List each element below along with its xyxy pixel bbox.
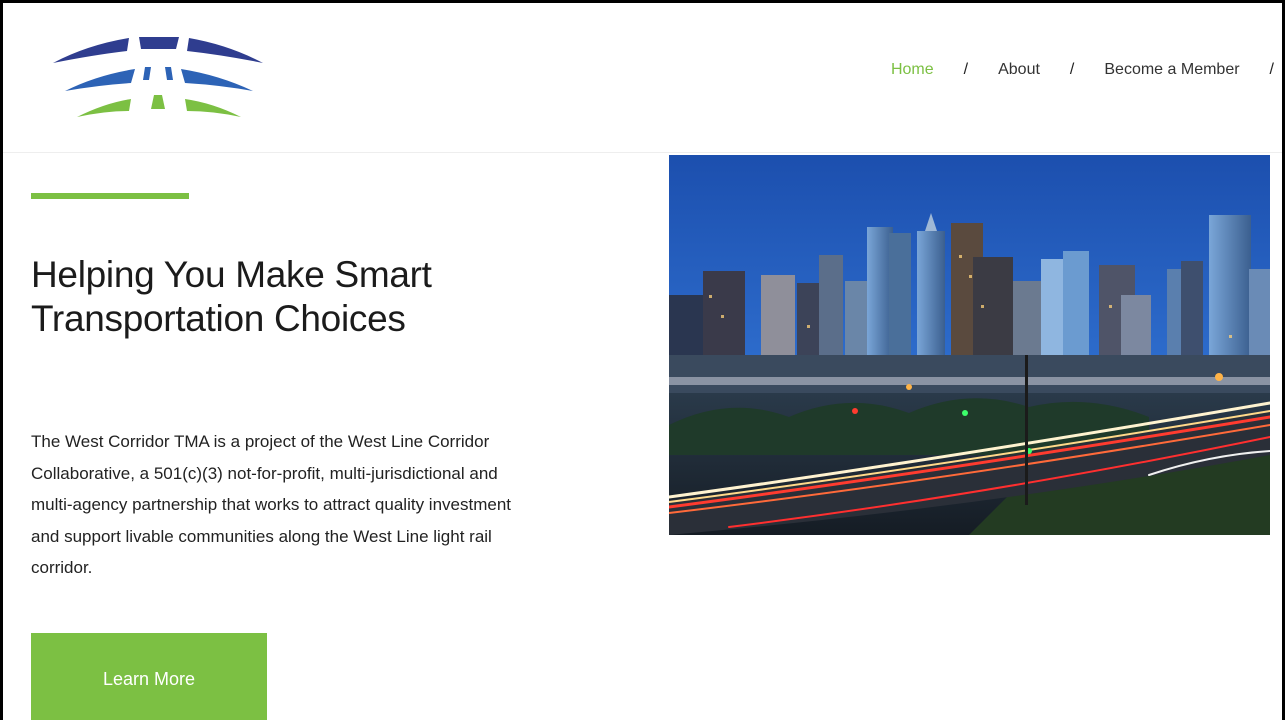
nav-home[interactable]: Home (891, 61, 934, 79)
nav-about[interactable]: About (998, 61, 1040, 79)
accent-bar (31, 193, 189, 199)
nav-separator: / (1069, 61, 1075, 78)
learn-more-button[interactable]: Learn More (31, 633, 267, 720)
hero-title: Helping You Make Smart Transportation Ch… (31, 253, 591, 341)
hero-title-line-1: Helping You Make Smart (31, 254, 432, 295)
nav-separator: / (1269, 61, 1274, 78)
hero-title-line-2: Transportation Choices (31, 298, 406, 339)
west-corridor-logo[interactable] (47, 33, 269, 123)
browser-viewport: Home / About / Become a Member / Helping… (0, 0, 1285, 720)
site-header: Home / About / Become a Member / (3, 3, 1282, 153)
nav-separator: / (963, 61, 969, 78)
hero-description: The West Corridor TMA is a project of th… (31, 432, 511, 577)
city-skyline-image (669, 155, 1270, 535)
nav-become-a-member[interactable]: Become a Member (1104, 61, 1239, 79)
main-nav: Home / About / Become a Member / (891, 61, 1282, 79)
